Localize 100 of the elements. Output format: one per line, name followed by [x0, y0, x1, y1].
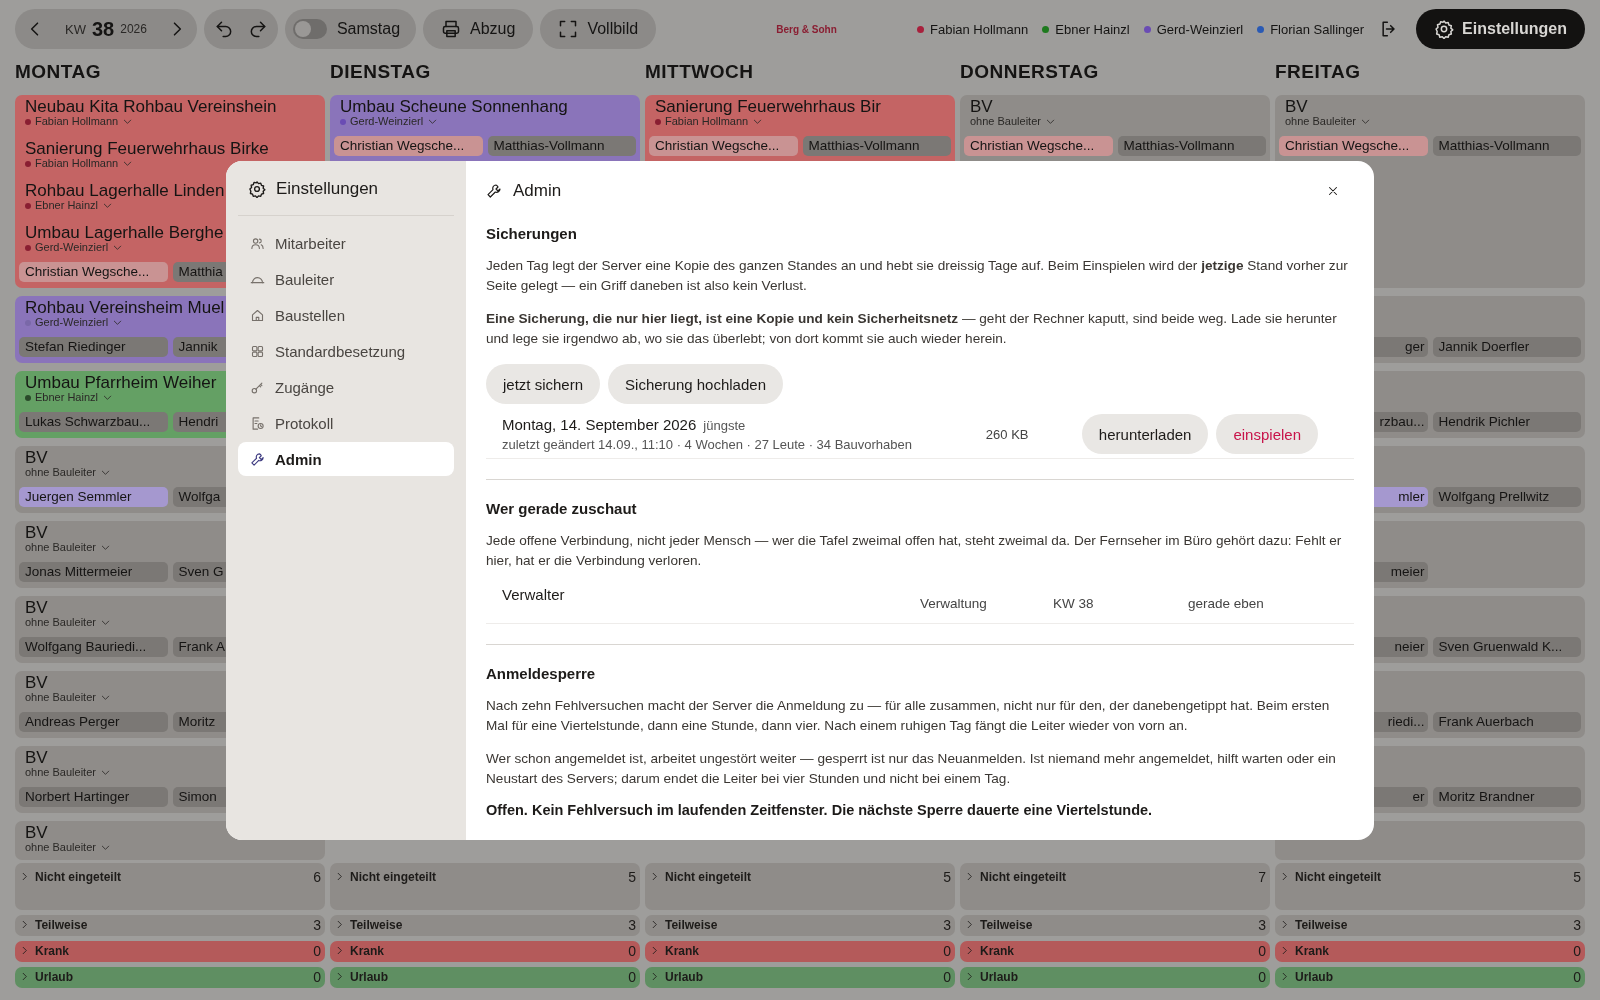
- leader-name: Fabian Hollmann: [930, 21, 1029, 37]
- project-title[interactable]: Umbau Scheune Sonnenhang: [340, 98, 630, 115]
- project-title[interactable]: BV: [970, 98, 1260, 115]
- leader-selector[interactable]: Fabian Hollmann: [655, 115, 764, 128]
- summary-row[interactable]: Teilweise 3: [645, 915, 955, 936]
- nav-item[interactable]: Standardbesetzung: [238, 334, 454, 368]
- project-title[interactable]: BV: [1285, 98, 1575, 115]
- nav-item[interactable]: Bauleiter: [238, 262, 454, 296]
- action-button[interactable]: jetzt sichern: [486, 364, 601, 404]
- summary-row[interactable]: Urlaub 0: [645, 967, 955, 988]
- leader-selector[interactable]: ohne Bauleiter: [25, 541, 111, 554]
- worker-chip[interactable]: Matthias-Vollmann: [1432, 136, 1581, 156]
- summary-row[interactable]: Nicht eingeteilt 5: [1275, 863, 1585, 910]
- worker-chip[interactable]: Christian Wegsche...: [334, 136, 483, 156]
- summary-row[interactable]: Krank 0: [1275, 941, 1585, 962]
- worker-chip[interactable]: Christian Wegsche...: [964, 136, 1113, 156]
- worker-chip[interactable]: Jonas Mittermeier: [19, 562, 168, 582]
- nav-item[interactable]: Protokoll: [238, 406, 454, 440]
- toggle-switch[interactable]: [292, 19, 327, 39]
- leader-selector[interactable]: Gerd-Weinzierl: [25, 241, 124, 254]
- section-heading: Wer gerade zuschaut: [486, 499, 638, 517]
- summary-row[interactable]: Urlaub 0: [15, 967, 325, 988]
- worker-chip[interactable]: Andreas Perger: [19, 712, 168, 732]
- worker-chip[interactable]: Frank Auerbach: [1432, 712, 1581, 732]
- chevron-down-icon: [99, 767, 111, 778]
- paragraph: Jede offene Verbindung, nicht jeder Mensch — wer die Tafel zweimal offen hat, steht zweimal da. Der Fernseher im Büro gehört dazu: Fehlt er hier, hat er die Verbindung verloren.: [486, 532, 1343, 570]
- nav-item[interactable]: Mitarbeiter: [238, 226, 454, 260]
- project-title[interactable]: Sanierung Feuerwehrhaus Bir: [655, 98, 945, 115]
- leader-selector[interactable]: ohne Bauleiter: [1285, 115, 1371, 128]
- saturday-toggle[interactable]: Samstag: [284, 9, 417, 49]
- summary-count: 0: [628, 970, 636, 984]
- summary-row[interactable]: Nicht eingeteilt 6: [15, 863, 325, 910]
- project-title[interactable]: Sanierung Feuerwehrhaus Birke: [25, 140, 315, 157]
- worker-chip[interactable]: Lukas Schwarzbau...: [19, 412, 168, 432]
- worker-chip[interactable]: Norbert Hartinger: [19, 787, 168, 807]
- worker-chip[interactable]: Stefan Riedinger: [19, 337, 168, 357]
- worker-chip[interactable]: Wolfgang Bauriedi...: [19, 637, 168, 657]
- summary-count: 5: [1573, 870, 1581, 884]
- worker-chip[interactable]: Matthias-Vollmann: [802, 136, 951, 156]
- leader-selector[interactable]: Ebner Hainzl: [25, 199, 113, 212]
- day-heading: DONNERSTAG: [960, 61, 1100, 83]
- summary-row[interactable]: Krank 0: [330, 941, 640, 962]
- summary-row[interactable]: Krank 0: [645, 941, 955, 962]
- leader-selector[interactable]: Gerd-Weinzierl: [25, 316, 124, 329]
- summary-row[interactable]: Teilweise 3: [15, 915, 325, 936]
- action-button[interactable]: Sicherung hochladen: [608, 364, 783, 404]
- summary-row[interactable]: Teilweise 3: [1275, 915, 1585, 936]
- restore-button[interactable]: einspielen: [1216, 414, 1318, 454]
- worker-chip[interactable]: Sven Gruenwald K...: [1432, 637, 1581, 657]
- summary-row[interactable]: Urlaub 0: [960, 967, 1270, 988]
- worker-chip[interactable]: Juergen Semmler: [19, 487, 168, 507]
- summary-label: Nicht eingeteilt: [665, 870, 752, 884]
- summary-count: 0: [1573, 970, 1581, 984]
- summary-row[interactable]: Urlaub 0: [330, 967, 640, 988]
- leader-selector[interactable]: ohne Bauleiter: [25, 616, 111, 629]
- summary-row[interactable]: Teilweise 3: [960, 915, 1270, 936]
- worker-chip[interactable]: Moritz Brandner: [1432, 787, 1581, 807]
- worker-chip[interactable]: Christian Wegsche...: [19, 262, 168, 282]
- download-button[interactable]: herunterladen: [1081, 414, 1209, 454]
- close-icon[interactable]: [1326, 184, 1340, 198]
- project-title[interactable]: Neubau Kita Rohbau Vereinshein: [25, 98, 315, 115]
- leader-selector[interactable]: Ebner Hainzl: [25, 391, 113, 404]
- leader-selector[interactable]: ohne Bauleiter: [25, 466, 111, 479]
- print-button[interactable]: Abzug: [423, 9, 534, 49]
- summary-count: 0: [1573, 944, 1581, 958]
- settings-icon: [248, 180, 266, 198]
- fullscreen-button[interactable]: Vollbild: [540, 9, 657, 49]
- worker-chip[interactable]: Matthias-Vollmann: [1117, 136, 1266, 156]
- leader-selector[interactable]: ohne Bauleiter: [25, 841, 111, 854]
- summary-count: 0: [1258, 944, 1266, 958]
- summary-row[interactable]: Nicht eingeteilt 7: [960, 863, 1270, 910]
- summary-row[interactable]: Teilweise 3: [330, 915, 640, 936]
- nav-item[interactable]: Admin: [238, 442, 454, 476]
- summary-count: 0: [943, 944, 951, 958]
- settings-icon: [1434, 19, 1455, 39]
- summary-label: Nicht eingeteilt: [1295, 870, 1382, 884]
- leader-selector[interactable]: ohne Bauleiter: [25, 691, 111, 704]
- summary-row[interactable]: Nicht eingeteilt 5: [645, 863, 955, 910]
- people-icon: [250, 235, 265, 251]
- worker-chip[interactable]: Jannik Doerfler: [1432, 337, 1581, 357]
- wrench-icon: [486, 183, 502, 199]
- nav-item[interactable]: Baustellen: [238, 298, 454, 332]
- worker-chip[interactable]: Christian Wegsche...: [649, 136, 798, 156]
- summary-row[interactable]: Urlaub 0: [1275, 967, 1585, 988]
- nav-item[interactable]: Zugänge: [238, 370, 454, 404]
- chevron-down-icon: [99, 617, 111, 628]
- worker-chip[interactable]: Christian Wegsche...: [1279, 136, 1428, 156]
- summary-row[interactable]: Krank 0: [960, 941, 1270, 962]
- leader-selector[interactable]: Fabian Hollmann: [25, 157, 134, 170]
- leader-selector[interactable]: Fabian Hollmann: [25, 115, 134, 128]
- worker-chip[interactable]: Wolfgang Prellwitz: [1432, 487, 1581, 507]
- leader-selector[interactable]: ohne Bauleiter: [970, 115, 1056, 128]
- summary-row[interactable]: Krank 0: [15, 941, 325, 962]
- leader-selector[interactable]: Gerd-Weinzierl: [340, 115, 439, 128]
- settings-button[interactable]: Einstellungen: [1416, 9, 1585, 49]
- leader-selector[interactable]: ohne Bauleiter: [25, 766, 111, 779]
- worker-chip[interactable]: Matthias-Vollmann: [487, 136, 636, 156]
- worker-chip[interactable]: Hendrik Pichler: [1432, 412, 1581, 432]
- summary-row[interactable]: Nicht eingeteilt 5: [330, 863, 640, 910]
- summary-count: 0: [943, 970, 951, 984]
